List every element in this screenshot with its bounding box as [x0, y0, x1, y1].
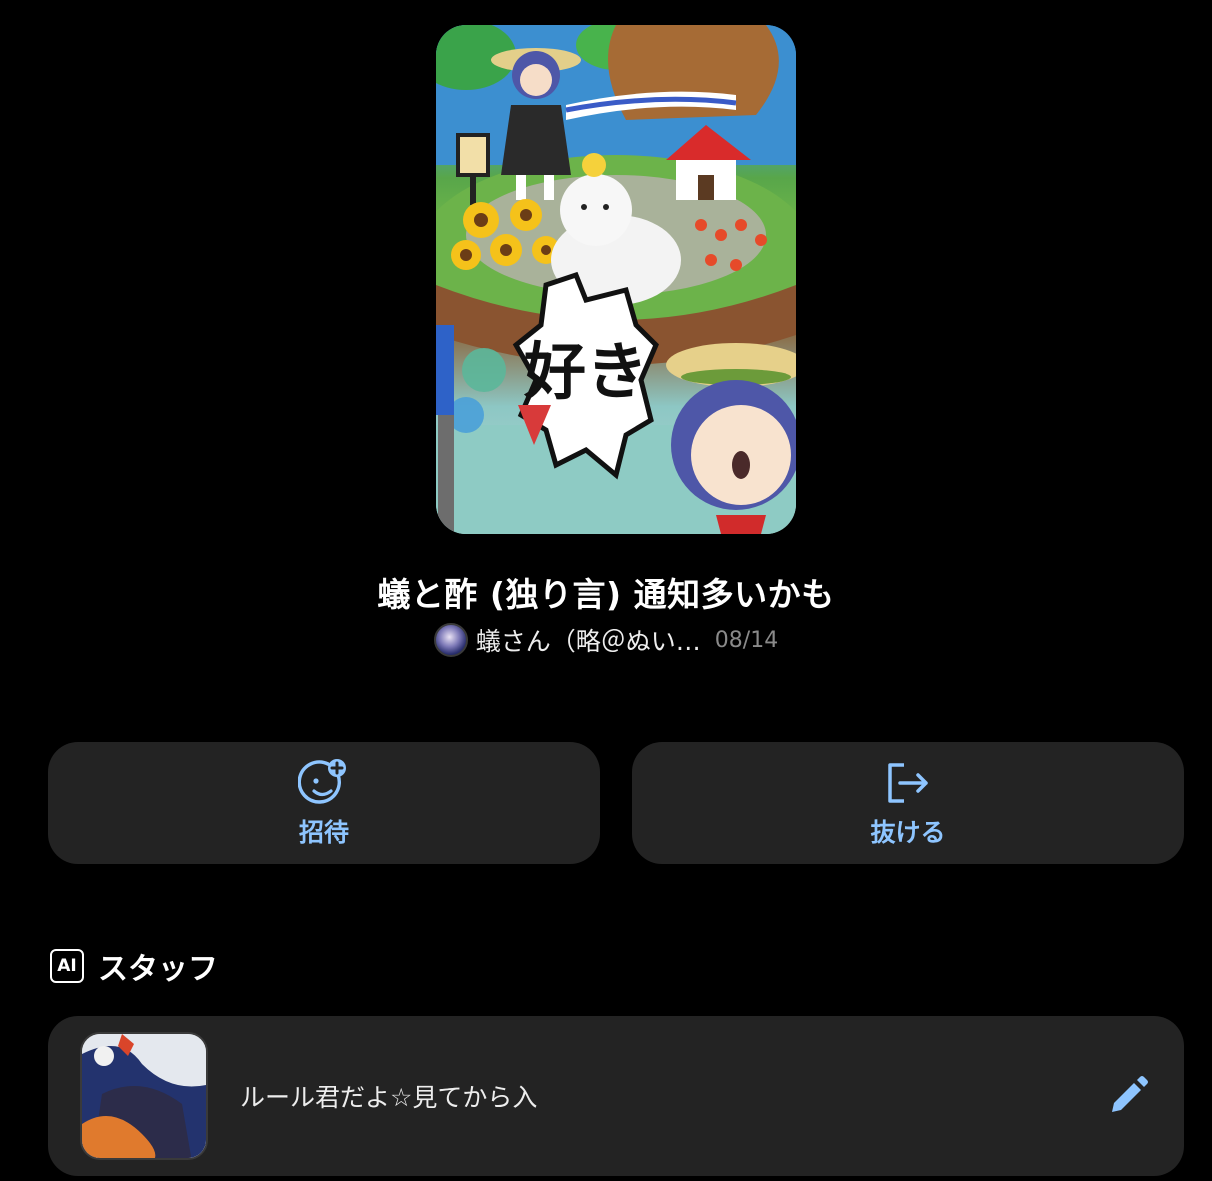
owner-name[interactable]: 蟻さん（略＠ぬい…	[476, 622, 701, 658]
staff-name: ルール君だよ☆見てから入	[240, 1083, 538, 1112]
ai-badge-icon: AI	[50, 949, 84, 983]
group-date: 08/14	[714, 627, 779, 653]
leave-label: 抜ける	[870, 818, 946, 847]
group-title: 蟻と酢 (独り言) 通知多いかも	[377, 575, 835, 614]
invite-label: 招待	[298, 818, 349, 847]
staff-section-title: スタッフ	[98, 952, 218, 987]
invite-button[interactable]: 招待	[48, 742, 600, 864]
staff-avatar-illustration	[82, 1034, 206, 1158]
face-plus-icon	[298, 759, 346, 804]
leave-button[interactable]: 抜ける	[632, 742, 1184, 864]
pencil-icon[interactable]	[1106, 1074, 1150, 1118]
exit-icon	[888, 763, 928, 803]
cover-burst-text: 好き	[523, 335, 648, 408]
staff-section-header: AI スタッフ	[50, 944, 218, 988]
group-detail-page: 好き 蟻と酢 (独り言) 通知多いかも 蟻さん（略＠ぬい… 08/14 招待 抜…	[0, 0, 1212, 1181]
group-cover-image[interactable]: 好き	[436, 25, 796, 534]
staff-avatar	[80, 1032, 208, 1160]
group-meta: 蟻さん（略＠ぬい… 08/14	[0, 622, 1212, 658]
owner-avatar[interactable]	[433, 623, 468, 657]
staff-card[interactable]: ルール君だよ☆見てから入	[48, 1016, 1184, 1176]
cover-illustration: 好き	[436, 25, 796, 534]
